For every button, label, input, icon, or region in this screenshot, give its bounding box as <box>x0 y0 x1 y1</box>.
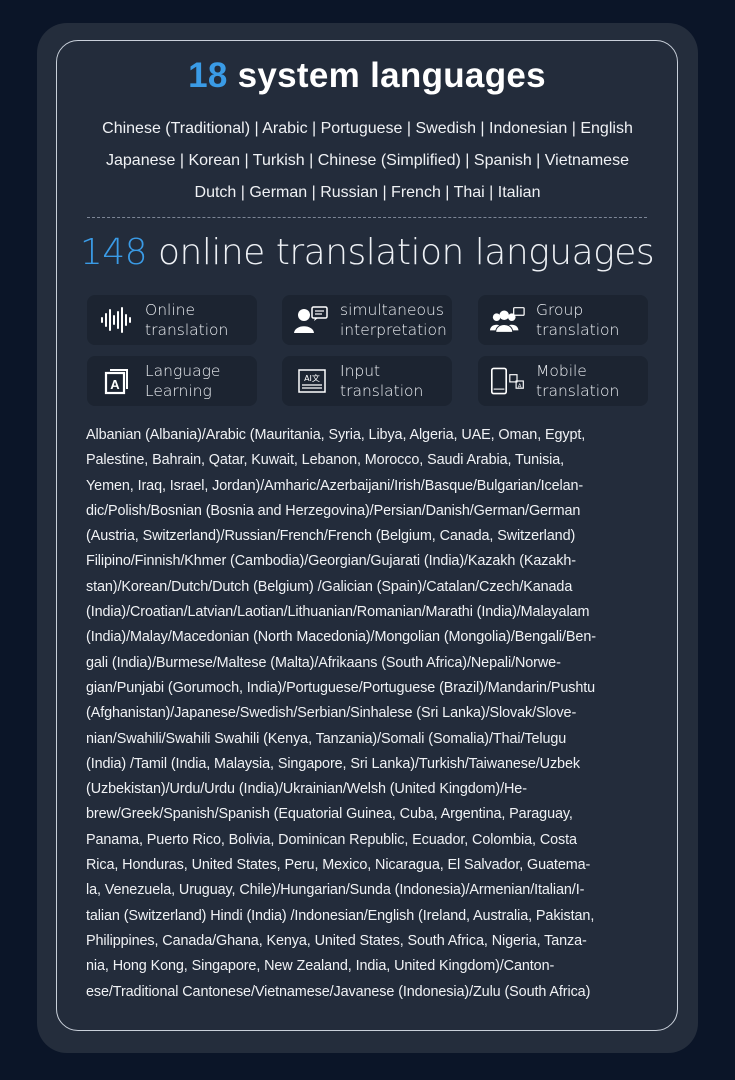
language-list-line: nia, Hong Kong, Singapore, New Zealand, … <box>86 958 555 975</box>
language-list-line: gian/Punjabi (Gorumoch, India)/Portugues… <box>86 679 596 696</box>
feature-label: Group translation <box>536 301 620 339</box>
mobile-translate-icon: A <box>490 366 526 396</box>
svg-text:A: A <box>110 377 120 392</box>
system-languages-list: Chinese (Traditional) | Arabic | Portugu… <box>70 113 665 209</box>
system-languages-title: 18 system languages <box>56 56 678 96</box>
language-list-line: nian/Swahili/Swahili Swahili (Kenya, Tan… <box>86 730 567 747</box>
feature-label: Mobile translation <box>536 362 620 400</box>
language-list-line: (India)/Croatian/Latvian/Laotian/Lithuan… <box>86 604 590 621</box>
system-languages-line: Dutch | German | Russian | French | Thai… <box>194 184 541 201</box>
language-list-line: (India)/Malay/Macedonian (North Macedoni… <box>86 629 596 646</box>
feature-mobile-translation[interactable]: A Mobile translation <box>478 356 648 406</box>
language-list-line: Yemen, Iraq, Israel, Jordan)/Amharic/Aze… <box>86 477 584 494</box>
sound-wave-icon <box>99 305 135 335</box>
speaker-chat-icon <box>294 305 330 335</box>
system-languages-count: 18 <box>188 56 228 95</box>
ai-text-icon: AI文 <box>294 366 330 396</box>
feature-label: Input translation <box>340 362 424 400</box>
feature-input-translation[interactable]: AI文 Input translation <box>282 356 452 406</box>
feature-label: Language Learning <box>145 362 221 400</box>
system-languages-title-text: system languages <box>227 56 546 95</box>
system-languages-line: Chinese (Traditional) | Arabic | Portugu… <box>102 120 633 137</box>
online-languages-title: 148 online translation languages <box>56 232 678 273</box>
language-list-line: Rica, Honduras, United States, Peru, Mex… <box>86 857 591 874</box>
svg-text:A: A <box>518 383 522 389</box>
language-list-line: Panama, Puerto Rico, Bolivia, Dominican … <box>86 831 577 848</box>
language-list-line: Filipino/Finnish/Khmer (Cambodia)/Georgi… <box>86 553 576 570</box>
language-list-line: Palestine, Bahrain, Qatar, Kuwait, Leban… <box>86 452 565 469</box>
online-languages-title-text: online translation languages <box>147 232 655 273</box>
feature-simultaneous-interpretation[interactable]: simultaneous interpretation <box>282 295 452 345</box>
language-list-line: brew/Greek/Spanish/Spanish (Equatorial G… <box>86 806 573 823</box>
language-list-line: (Uzbekistan)/Urdu/Urdu (India)/Ukrainian… <box>86 781 527 798</box>
online-languages-count: 148 <box>79 232 148 273</box>
svg-text:AI文: AI文 <box>304 373 320 383</box>
language-list-line: (Afghanistan)/Japanese/Swedish/Serbian/S… <box>86 705 577 722</box>
feature-online-translation[interactable]: Online translation <box>87 295 257 345</box>
language-list-line: talian (Switzerland) Hindi (India) /Indo… <box>86 907 595 924</box>
system-languages-line: Japanese | Korean | Turkish | Chinese (S… <box>106 152 629 169</box>
language-list-line: gali (India)/Burmese/Maltese (Malta)/Afr… <box>86 654 561 671</box>
language-list-line: stan)/Korean/Dutch/Dutch (Belgium) /Gali… <box>86 578 573 595</box>
group-chat-icon <box>490 305 526 335</box>
feature-language-learning[interactable]: A Language Learning <box>87 356 257 406</box>
language-list-line: Philippines, Canada/Ghana, Kenya, United… <box>86 932 587 949</box>
language-list-line: (Austria, Switzerland)/Russian/French/Fr… <box>86 528 576 545</box>
online-languages-list: Albanian (Albania)/Arabic (Mauritania, S… <box>86 423 656 1005</box>
language-book-icon: A <box>99 366 135 396</box>
feature-label: simultaneous interpretation <box>340 301 447 339</box>
language-list-line: ese/Traditional Cantonese/Vietnamese/Jav… <box>86 983 591 1000</box>
dashed-divider <box>87 217 647 218</box>
feature-group-translation[interactable]: Group translation <box>478 295 648 345</box>
language-list-line: Albanian (Albania)/Arabic (Mauritania, S… <box>86 427 586 443</box>
language-list-line: la, Venezuela, Uruguay, Chile)/Hungarian… <box>86 882 585 899</box>
feature-label: Online translation <box>145 301 229 339</box>
language-list-line: (India) /Tamil (India, Malaysia, Singapo… <box>86 755 580 772</box>
language-list-line: dic/Polish/Bosnian (Bosnia and Herzegovi… <box>86 502 581 519</box>
